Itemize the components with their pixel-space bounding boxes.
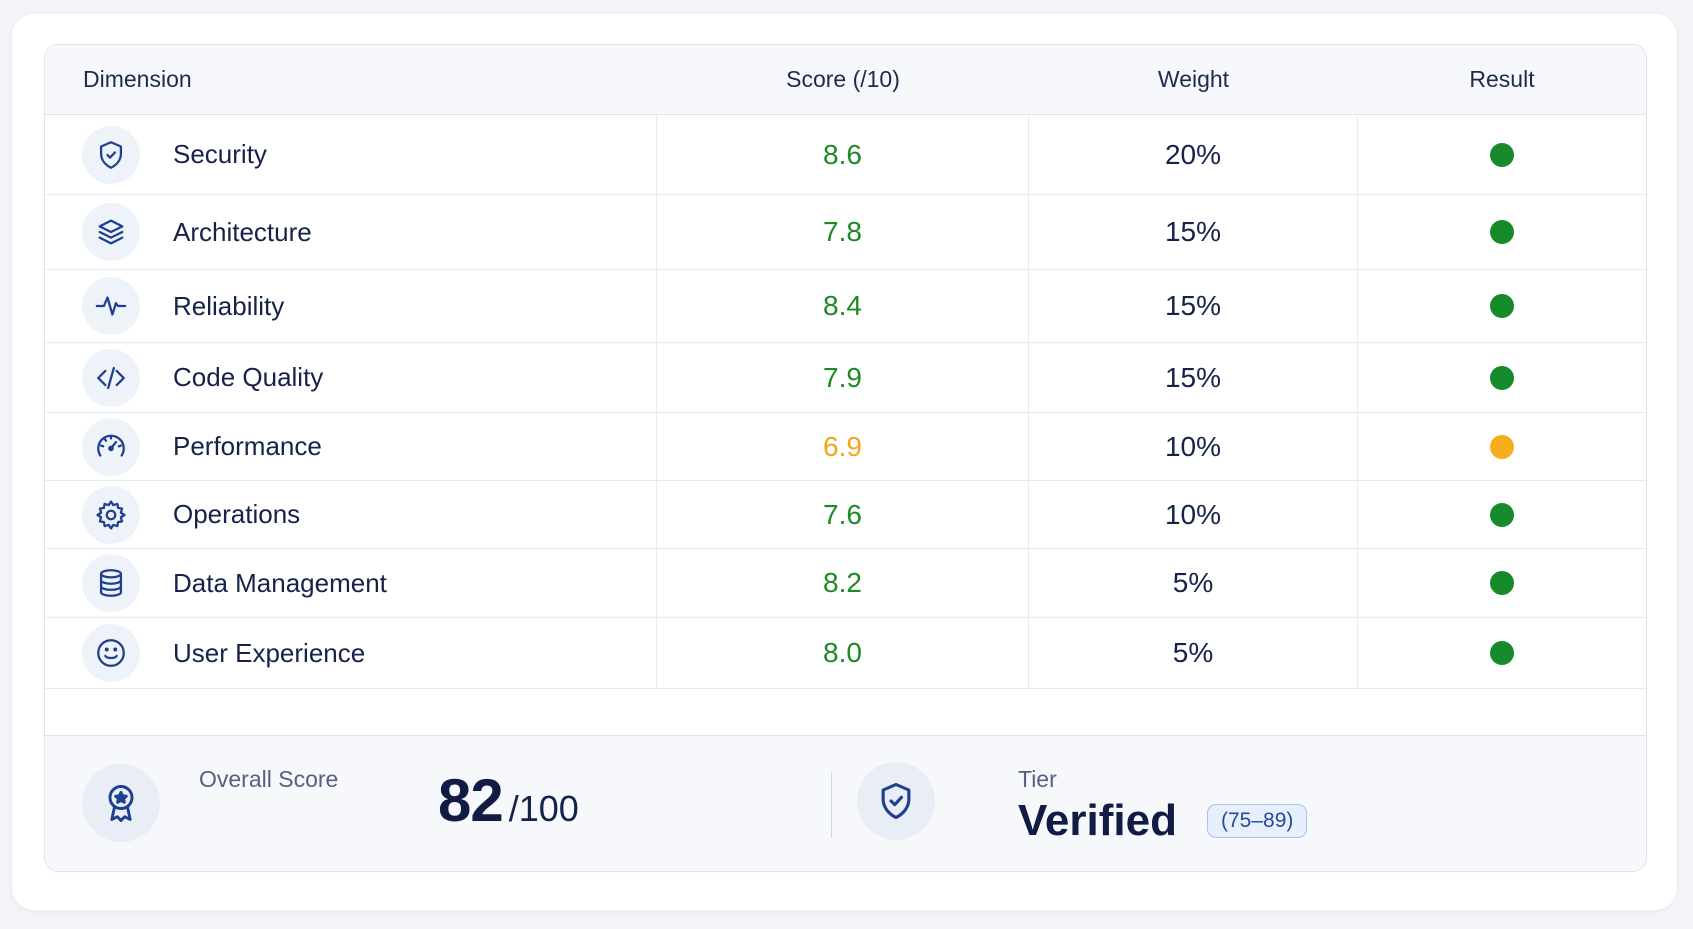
score-cell: 7.9	[657, 343, 1029, 412]
shield-check-icon	[82, 125, 140, 184]
table-row: Data Management 8.2 5%	[45, 549, 1646, 618]
weight-value: 15%	[1164, 290, 1222, 321]
table-header: Dimension Score (/10) Weight Result	[45, 45, 1646, 115]
smiley-icon	[82, 624, 140, 682]
dimension-label: Operations	[173, 499, 301, 529]
dimension-label: Security	[173, 139, 267, 169]
weight-value: 10%	[1164, 430, 1222, 462]
layers-icon	[82, 203, 140, 261]
weight-cell: 10%	[1029, 413, 1358, 480]
weight-value: 15%	[1164, 361, 1222, 393]
score-cell: 7.6	[657, 481, 1029, 548]
dimension-label: Performance	[173, 431, 322, 461]
dimension-cell: Performance	[45, 413, 657, 480]
column-header-score: Score (/10)	[786, 66, 900, 92]
overall-score-number: 82	[438, 767, 504, 834]
dimension-cell: Architecture	[45, 195, 657, 269]
status-dot	[1490, 294, 1514, 318]
status-dot	[1490, 220, 1514, 244]
status-dot	[1490, 365, 1514, 390]
weight-value: 10%	[1164, 498, 1222, 530]
dimension-cell: Data Management	[45, 549, 657, 617]
dimension-cell: Reliability	[45, 270, 657, 342]
scorecard-table: Dimension Score (/10) Weight Result Secu…	[44, 44, 1647, 872]
status-dot	[1490, 502, 1514, 527]
table-row: Architecture 7.8 15%	[45, 195, 1646, 270]
tier-value: Verified	[1018, 796, 1177, 845]
tier-label: Tier	[1018, 766, 1057, 792]
score-value: 7.6	[823, 498, 862, 530]
weight-cell: 5%	[1029, 549, 1358, 617]
weight-value: 20%	[1164, 138, 1222, 170]
score-cell: 8.4	[657, 270, 1029, 342]
score-cell: 8.6	[657, 115, 1029, 194]
database-icon	[82, 554, 140, 612]
overall-score-label: Overall Score	[199, 766, 339, 792]
score-value: 7.8	[823, 216, 862, 247]
weight-cell: 15%	[1029, 195, 1358, 269]
shield-check-icon	[857, 762, 935, 840]
dimension-cell: Security	[45, 115, 657, 194]
weight-cell: 5%	[1029, 618, 1358, 688]
award-ribbon-icon	[82, 764, 160, 842]
status-dot	[1490, 142, 1514, 167]
table-row: Operations 7.6 10%	[45, 481, 1646, 549]
overall-score-max: /100	[508, 788, 579, 829]
column-header-weight: Weight	[1157, 66, 1230, 92]
pulse-icon	[82, 277, 140, 335]
status-dot	[1490, 641, 1514, 665]
dimension-label: Reliability	[173, 290, 285, 321]
tier-range-badge: (75–89)	[1207, 804, 1308, 838]
weight-cell: 15%	[1029, 343, 1358, 412]
score-value: 8.4	[823, 290, 862, 321]
weight-value: 5%	[1172, 567, 1214, 598]
weight-cell: 10%	[1029, 481, 1358, 548]
score-cell: 7.8	[657, 195, 1029, 269]
weight-value: 5%	[1172, 637, 1214, 668]
column-header-dimension: Dimension	[83, 66, 192, 92]
score-value: 8.0	[823, 637, 862, 668]
score-value: 8.6	[823, 138, 862, 170]
score-cell: 8.0	[657, 618, 1029, 688]
summary-divider	[831, 772, 832, 838]
table-row: Performance 6.9 10%	[45, 413, 1646, 481]
status-dot	[1490, 434, 1514, 459]
code-icon	[82, 348, 140, 407]
dimension-label: Architecture	[173, 216, 312, 247]
weight-value: 15%	[1164, 216, 1222, 247]
score-cell: 6.9	[657, 413, 1029, 480]
score-value: 8.2	[823, 567, 862, 598]
result-cell	[1358, 343, 1646, 412]
table-row: Reliability 8.4 15%	[45, 270, 1646, 343]
table-row: Code Quality 7.9 15%	[45, 343, 1646, 413]
table-row: User Experience 8.0 5%	[45, 618, 1646, 689]
dimension-label: Code Quality	[173, 362, 324, 392]
weight-cell: 20%	[1029, 115, 1358, 194]
gear-icon	[82, 485, 140, 544]
result-cell	[1358, 270, 1646, 342]
table-row: Security 8.6 20%	[45, 115, 1646, 195]
score-value: 6.9	[823, 430, 862, 462]
dimension-label: Data Management	[173, 567, 387, 598]
dimension-label: User Experience	[173, 637, 366, 668]
column-header-result: Result	[1469, 66, 1535, 92]
dimension-cell: Code Quality	[45, 343, 657, 412]
result-cell	[1358, 549, 1646, 617]
result-cell	[1358, 413, 1646, 480]
score-card: Dimension Score (/10) Weight Result Secu…	[12, 14, 1677, 910]
result-cell	[1358, 195, 1646, 269]
status-dot	[1490, 571, 1514, 595]
speedometer-icon	[82, 417, 140, 476]
score-cell: 8.2	[657, 549, 1029, 617]
result-cell	[1358, 618, 1646, 688]
dimension-cell: User Experience	[45, 618, 657, 688]
overall-score-value: 82 /100	[438, 766, 579, 835]
summary-footer: Overall Score 82 /100 Tier Verified (75–…	[45, 735, 1646, 871]
dimension-cell: Operations	[45, 481, 657, 548]
score-value: 7.9	[823, 361, 862, 393]
weight-cell: 15%	[1029, 270, 1358, 342]
result-cell	[1358, 115, 1646, 194]
result-cell	[1358, 481, 1646, 548]
